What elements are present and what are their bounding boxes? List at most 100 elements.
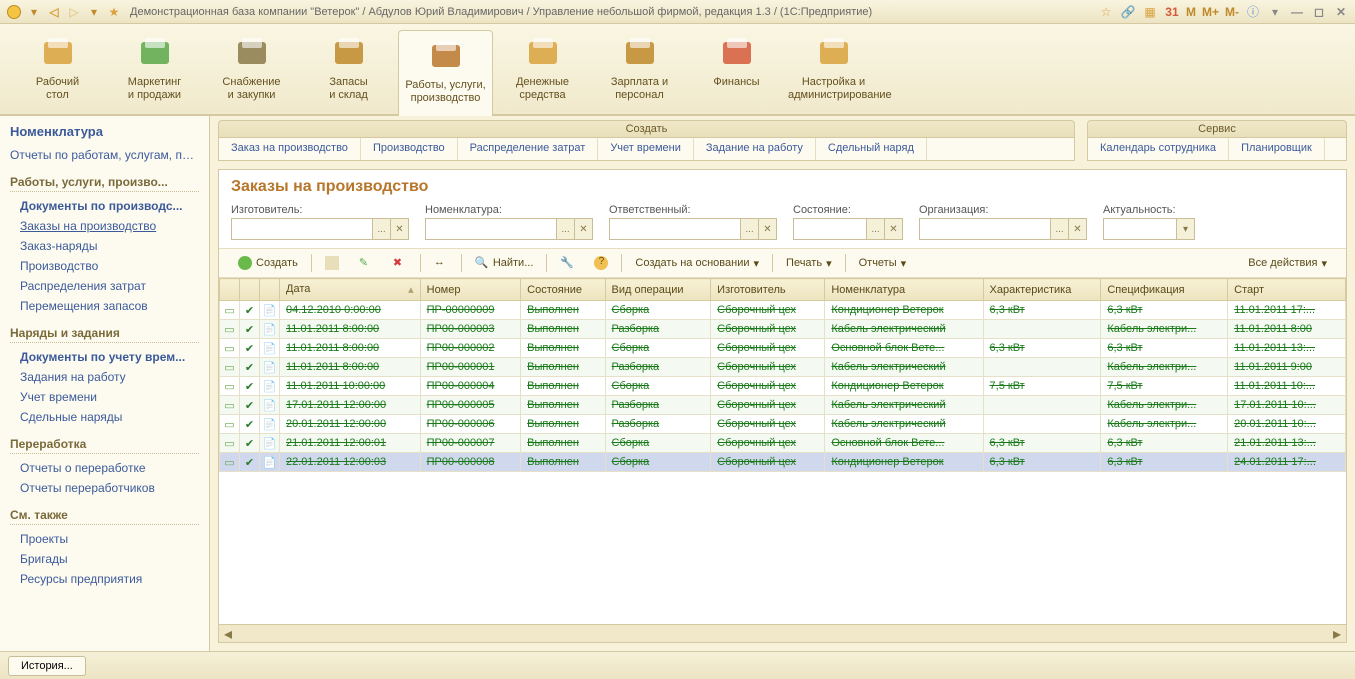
sidebar-item[interactable]: Отчеты о переработке bbox=[10, 458, 199, 478]
sidebar-item[interactable]: Заказы на производство bbox=[10, 216, 199, 236]
column-header[interactable] bbox=[220, 279, 240, 301]
group-tab[interactable]: Заказ на производство bbox=[219, 138, 361, 160]
column-header[interactable]: Дата ▴ bbox=[280, 279, 421, 301]
sidebar-item[interactable]: Отчеты переработчиков bbox=[10, 478, 199, 498]
ribbon-section-8[interactable]: Настройка иадминистрирование bbox=[786, 28, 881, 114]
settings-button[interactable]: 🔧 bbox=[553, 253, 581, 273]
info-dropdown-icon[interactable]: ▾ bbox=[1267, 4, 1283, 20]
nav-dropdown-icon[interactable]: ▾ bbox=[86, 4, 102, 20]
m-plus-button[interactable]: M+ bbox=[1202, 5, 1219, 19]
sidebar-item[interactable]: Документы по учету врем... bbox=[10, 347, 199, 367]
table-row[interactable]: ▭✔📄11.01.2011 8:00:00ПР00-000002Выполнен… bbox=[220, 339, 1346, 358]
sidebar-item[interactable]: Бригады bbox=[10, 549, 199, 569]
column-header[interactable]: Номенклатура bbox=[825, 279, 983, 301]
filter-input[interactable] bbox=[920, 219, 1050, 239]
table-row[interactable]: ▭✔📄11.01.2011 8:00:00ПР00-000003Выполнен… bbox=[220, 320, 1346, 339]
dropdown-icon[interactable]: ▾ bbox=[26, 4, 42, 20]
copy-button[interactable] bbox=[318, 253, 346, 273]
m-button[interactable]: M bbox=[1186, 5, 1196, 19]
table-row[interactable]: ▭✔📄04.12.2010 0:00:00ПР-00000009Выполнен… bbox=[220, 301, 1346, 320]
group-tab[interactable]: Календарь сотрудника bbox=[1088, 138, 1229, 160]
help-button[interactable]: ? bbox=[587, 253, 615, 273]
minimize-button[interactable]: — bbox=[1289, 4, 1305, 20]
filter-input[interactable] bbox=[232, 219, 372, 239]
close-button[interactable]: ✕ bbox=[1333, 4, 1349, 20]
column-header[interactable] bbox=[240, 279, 260, 301]
filter-input[interactable] bbox=[426, 219, 556, 239]
refresh-button[interactable]: ↔ bbox=[427, 253, 455, 273]
group-tab[interactable]: Сдельный наряд bbox=[816, 138, 927, 160]
find-button[interactable]: 🔍Найти... bbox=[468, 253, 541, 273]
grid[interactable]: Дата ▴НомерСостояниеВид операцииИзготови… bbox=[219, 278, 1346, 624]
print-button[interactable]: Печать ▾ bbox=[779, 254, 839, 273]
filter-input[interactable] bbox=[794, 219, 866, 239]
sidebar-item[interactable]: Производство bbox=[10, 256, 199, 276]
ellipsis-icon[interactable]: ... bbox=[1050, 219, 1068, 239]
scroll-left-icon[interactable]: ◂ bbox=[219, 624, 237, 644]
calc-icon[interactable]: ▦ bbox=[1142, 4, 1158, 20]
edit-button[interactable]: ✎ bbox=[352, 253, 380, 273]
forward-button[interactable]: ▷ bbox=[66, 4, 82, 20]
history-button[interactable]: История... bbox=[8, 656, 86, 676]
group-tab[interactable]: Задание на работу bbox=[694, 138, 816, 160]
filter-input[interactable] bbox=[1104, 219, 1176, 239]
group-tab[interactable]: Распределение затрат bbox=[458, 138, 599, 160]
column-header[interactable]: Спецификация bbox=[1101, 279, 1228, 301]
table-row[interactable]: ▭✔📄22.01.2011 12:00:03ПР00-000008Выполне… bbox=[220, 453, 1346, 472]
calendar-icon[interactable]: 31 bbox=[1164, 4, 1180, 20]
table-row[interactable]: ▭✔📄11.01.2011 10:00:00ПР00-000004Выполне… bbox=[220, 377, 1346, 396]
table-row[interactable]: ▭✔📄20.01.2011 12:00:00ПР00-000006Выполне… bbox=[220, 415, 1346, 434]
clear-icon[interactable]: ✕ bbox=[574, 219, 592, 239]
ribbon-section-1[interactable]: Маркетинги продажи bbox=[107, 28, 202, 114]
column-header[interactable]: Старт bbox=[1228, 279, 1346, 301]
sidebar-item[interactable]: Документы по производс... bbox=[10, 196, 199, 216]
sidebar-item[interactable]: Задания на работу bbox=[10, 367, 199, 387]
horizontal-scrollbar[interactable]: ◂ ▸ bbox=[219, 624, 1346, 642]
ellipsis-icon[interactable]: ... bbox=[372, 219, 390, 239]
column-header[interactable]: Вид операции bbox=[605, 279, 711, 301]
table-row[interactable]: ▭✔📄21.01.2011 12:00:01ПР00-000007Выполне… bbox=[220, 434, 1346, 453]
sidebar-reports-link[interactable]: Отчеты по работам, услугам, про... bbox=[10, 145, 199, 165]
column-header[interactable] bbox=[260, 279, 280, 301]
table-row[interactable]: ▭✔📄17.01.2011 12:00:00ПР00-000005Выполне… bbox=[220, 396, 1346, 415]
ribbon-section-4[interactable]: Работы, услуги,производство bbox=[398, 30, 493, 116]
clear-icon[interactable]: ✕ bbox=[884, 219, 902, 239]
all-actions-button[interactable]: Все действия ▾ bbox=[1241, 254, 1334, 273]
delete-button[interactable]: ✖ bbox=[386, 253, 414, 273]
filter-input[interactable] bbox=[610, 219, 740, 239]
info-icon[interactable]: ⓘ bbox=[1245, 4, 1261, 20]
reports-button[interactable]: Отчеты ▾ bbox=[852, 254, 914, 273]
group-tab[interactable]: Производство bbox=[361, 138, 458, 160]
ribbon-section-2[interactable]: Снабжениеи закупки bbox=[204, 28, 299, 114]
favorites-icon[interactable]: ☆ bbox=[1098, 4, 1114, 20]
back-button[interactable]: ◁ bbox=[46, 4, 62, 20]
m-minus-button[interactable]: M- bbox=[1225, 5, 1239, 19]
dropdown-icon[interactable]: ▾ bbox=[1176, 219, 1194, 239]
column-header[interactable]: Характеристика bbox=[983, 279, 1101, 301]
sidebar-item[interactable]: Перемещения запасов bbox=[10, 296, 199, 316]
sidebar-item[interactable]: Учет времени bbox=[10, 387, 199, 407]
group-tab[interactable]: Планировщик bbox=[1229, 138, 1325, 160]
ribbon-section-6[interactable]: Зарплата иперсонал bbox=[592, 28, 687, 114]
create-button[interactable]: Создать bbox=[231, 253, 305, 273]
sidebar-item[interactable]: Проекты bbox=[10, 529, 199, 549]
ribbon-section-5[interactable]: Денежныесредства bbox=[495, 28, 590, 114]
ellipsis-icon[interactable]: ... bbox=[866, 219, 884, 239]
ribbon-section-3[interactable]: Запасыи склад bbox=[301, 28, 396, 114]
create-based-button[interactable]: Создать на основании ▾ bbox=[628, 254, 766, 273]
clear-icon[interactable]: ✕ bbox=[758, 219, 776, 239]
link-icon[interactable]: 🔗 bbox=[1120, 4, 1136, 20]
sidebar-item[interactable]: Заказ-наряды bbox=[10, 236, 199, 256]
group-tab[interactable]: Учет времени bbox=[598, 138, 694, 160]
maximize-button[interactable]: ◻ bbox=[1311, 4, 1327, 20]
column-header[interactable]: Состояние bbox=[521, 279, 605, 301]
column-header[interactable]: Номер bbox=[420, 279, 521, 301]
table-row[interactable]: ▭✔📄11.01.2011 8:00:00ПР00-000001Выполнен… bbox=[220, 358, 1346, 377]
ellipsis-icon[interactable]: ... bbox=[740, 219, 758, 239]
ellipsis-icon[interactable]: ... bbox=[556, 219, 574, 239]
sidebar-item[interactable]: Распределения затрат bbox=[10, 276, 199, 296]
favorite-icon[interactable]: ★ bbox=[106, 4, 122, 20]
ribbon-section-0[interactable]: Рабочийстол bbox=[10, 28, 105, 114]
sidebar-item[interactable]: Сдельные наряды bbox=[10, 407, 199, 427]
column-header[interactable]: Изготовитель bbox=[711, 279, 825, 301]
